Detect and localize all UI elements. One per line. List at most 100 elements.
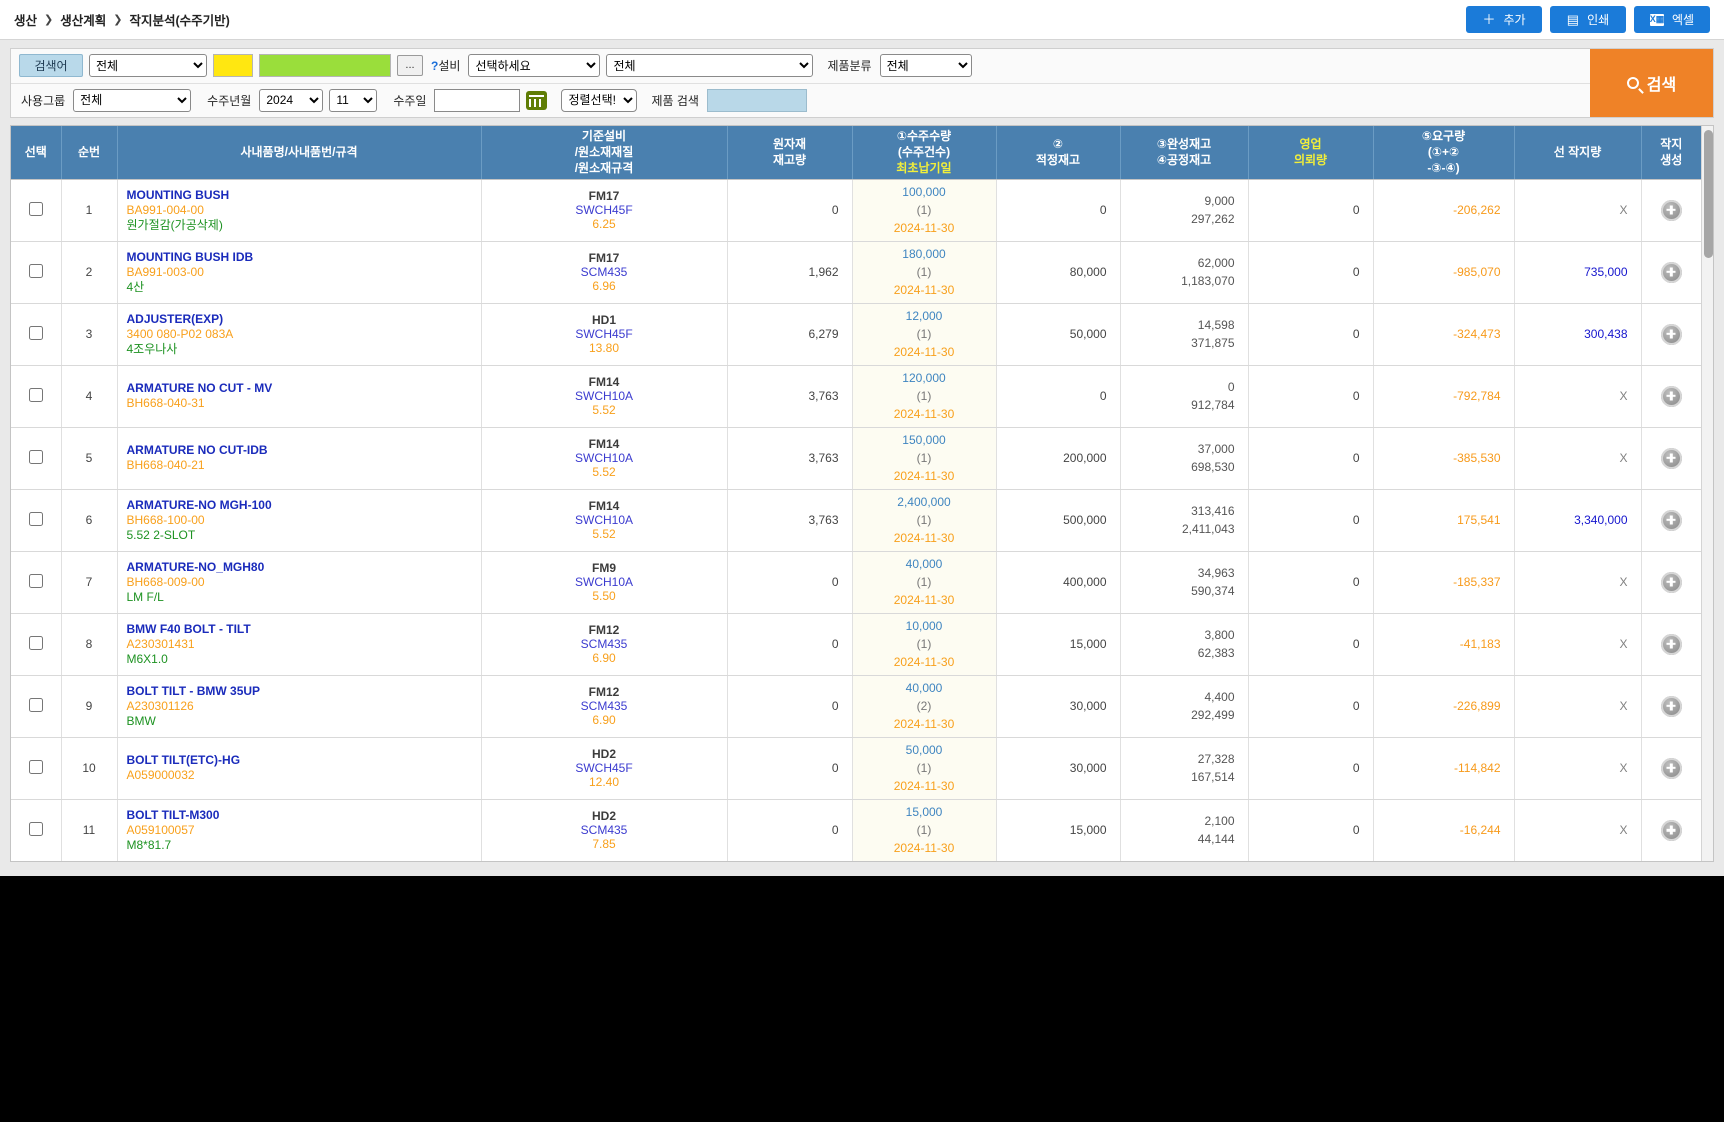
item-name[interactable]: ARMATURE-NO MGH-100 (127, 498, 475, 513)
excel-icon: X▦ (1649, 13, 1665, 26)
equipment-select[interactable]: 선택하세요 (468, 54, 601, 78)
keyword-type-select[interactable]: 전체 (89, 54, 207, 78)
item-name[interactable]: MOUNTING BUSH (127, 188, 475, 203)
add-button[interactable]: ＋ 추가 (1466, 6, 1542, 33)
generate-work-order-button[interactable] (1660, 633, 1682, 655)
item-name[interactable]: MOUNTING BUSH IDB (127, 250, 475, 265)
breadcrumb-item-plan[interactable]: 생산계획 (60, 10, 106, 29)
order-year-select[interactable]: 2024 (259, 88, 324, 112)
generate-work-order-button[interactable] (1660, 819, 1682, 841)
order-qty[interactable]: 12,000 (859, 307, 990, 325)
due-date: 2024-11-30 (893, 221, 955, 236)
col-header-equipment[interactable]: 기준설비/원소재재질/원소재규격 (481, 126, 728, 180)
pre-work-qty-cell: X (1514, 365, 1642, 428)
order-cell: 40,000 (2) 2024-11-30 (852, 675, 997, 738)
usergroup-select[interactable]: 전체 (73, 88, 192, 112)
generate-work-order-button[interactable] (1660, 757, 1682, 779)
generate-work-order-button[interactable] (1660, 695, 1682, 717)
col-header-proper-stock[interactable]: ② 적정재고 (996, 126, 1121, 180)
item-name[interactable]: ADJUSTER(EXP) (127, 312, 475, 327)
col-header-required-qty[interactable]: ⑤요구량 (①+② -③-④) (1373, 126, 1515, 180)
breadcrumb-item-production[interactable]: 생산 (14, 10, 37, 29)
order-qty[interactable]: 50,000 (859, 741, 990, 759)
process-stock: 698,530 (1191, 460, 1235, 475)
scrollbar-thumb[interactable] (1704, 130, 1713, 258)
search-button[interactable]: 검색 (1590, 49, 1713, 117)
order-qty[interactable]: 120,000 (859, 369, 990, 387)
generate-work-order-button[interactable] (1660, 261, 1682, 283)
col-header-stock[interactable]: ③완성재고 ④공정재고 (1120, 126, 1249, 180)
keyword-input-1[interactable] (213, 54, 253, 78)
col-header-item[interactable]: 사내품명/사내품번/규격 (117, 126, 482, 180)
generate-work-order-button[interactable] (1660, 385, 1682, 407)
sales-request-cell: 0 (1248, 489, 1374, 552)
equipment-name: FM14 (588, 437, 620, 452)
product-search-input[interactable] (706, 88, 807, 112)
item-name[interactable]: ARMATURE NO CUT-IDB (127, 443, 475, 458)
row-checkbox[interactable] (28, 635, 43, 650)
generate-work-order-button[interactable] (1660, 199, 1682, 221)
due-date: 2024-11-30 (893, 779, 955, 794)
print-button[interactable]: ▤ 인쇄 (1550, 6, 1626, 33)
row-checkbox[interactable] (28, 573, 43, 588)
finished-stock: 27,328 (1197, 752, 1235, 767)
vertical-scrollbar[interactable] (1701, 126, 1713, 862)
order-qty[interactable]: 150,000 (859, 431, 990, 449)
order-qty[interactable]: 100,000 (859, 183, 990, 201)
item-name[interactable]: ARMATURE NO CUT - MV (127, 381, 475, 396)
col-header-seq[interactable]: 순번 (61, 126, 118, 180)
add-button-label: 추가 (1503, 13, 1526, 27)
row-checkbox[interactable] (28, 759, 43, 774)
col-header-sales-request[interactable]: 영업 의뢰량 (1248, 126, 1374, 180)
item-name[interactable]: BMW F40 BOLT - TILT (127, 622, 475, 637)
row-checkbox[interactable] (28, 511, 43, 526)
table-row: 7 ARMATURE-NO_MGH80 BH668-009-00 LM F/L … (11, 551, 1701, 614)
order-qty[interactable]: 2,400,000 (859, 493, 990, 511)
top-bar: 생산 ❯ 생산계획 ❯ 작지분석(수주기반) ＋ 추가 ▤ 인쇄 X▦ 엑셀 (0, 0, 1724, 40)
item-name[interactable]: BOLT TILT - BMW 35UP (127, 684, 475, 699)
keyword-input-2[interactable] (259, 54, 391, 78)
line-select[interactable]: 전체 (606, 54, 814, 78)
order-month-select[interactable]: 11 (329, 88, 378, 112)
generate-work-order-button[interactable] (1660, 509, 1682, 531)
chevron-right-icon: ❯ (44, 14, 54, 26)
row-checkbox[interactable] (28, 821, 43, 836)
item-name[interactable]: BOLT TILT(ETC)-HG (127, 753, 475, 768)
order-qty[interactable]: 10,000 (859, 617, 990, 635)
order-qty[interactable]: 15,000 (859, 803, 990, 821)
generate-cell (1641, 799, 1701, 861)
equipment-name: FM12 (588, 623, 620, 638)
item-spec: 4산 (126, 279, 145, 294)
table-row: 2 MOUNTING BUSH IDB BA991-003-00 4산 FM17… (11, 241, 1701, 304)
col-header-raw-stock[interactable]: 원자재 재고량 (727, 126, 853, 180)
item-name[interactable]: BOLT TILT-M300 (127, 808, 475, 823)
row-checkbox[interactable] (28, 325, 43, 340)
col-header-pre-work-qty[interactable]: 선 작지량 (1514, 126, 1642, 180)
excel-button[interactable]: X▦ 엑셀 (1634, 6, 1710, 33)
row-checkbox[interactable] (28, 201, 43, 216)
table-row: 11 BOLT TILT-M300 A059100057 M8*81.7 HD2… (11, 799, 1701, 862)
sort-select[interactable]: 정렬선택! (561, 88, 638, 112)
generate-work-order-button[interactable] (1660, 447, 1682, 469)
generate-work-order-button[interactable] (1660, 571, 1682, 593)
order-date-input[interactable] (434, 88, 521, 112)
pre-work-qty-cell: X (1514, 551, 1642, 614)
row-checkbox[interactable] (28, 449, 43, 464)
row-checkbox[interactable] (28, 263, 43, 278)
col-header-order-qty[interactable]: ①수주수량 (수주건수) 최초납기일 (852, 126, 997, 180)
item-name[interactable]: ARMATURE-NO_MGH80 (127, 560, 475, 575)
generate-work-order-button[interactable] (1660, 323, 1682, 345)
row-checkbox[interactable] (28, 387, 43, 402)
material-spec: 5.50 (592, 589, 616, 604)
select-cell (11, 675, 62, 738)
stock-cell: 62,000 1,183,070 (1120, 241, 1249, 304)
lookup-ellipsis-button[interactable]: ... (397, 55, 423, 77)
search-button-label: 검색 (1646, 77, 1677, 94)
calendar-icon[interactable] (526, 90, 548, 110)
product-class-select[interactable]: 전체 (879, 54, 972, 78)
order-qty[interactable]: 40,000 (859, 679, 990, 697)
order-qty[interactable]: 40,000 (859, 555, 990, 573)
row-checkbox[interactable] (28, 697, 43, 712)
equipment-cell: FM12 SCM435 6.90 (481, 675, 728, 738)
order-qty[interactable]: 180,000 (859, 245, 990, 263)
